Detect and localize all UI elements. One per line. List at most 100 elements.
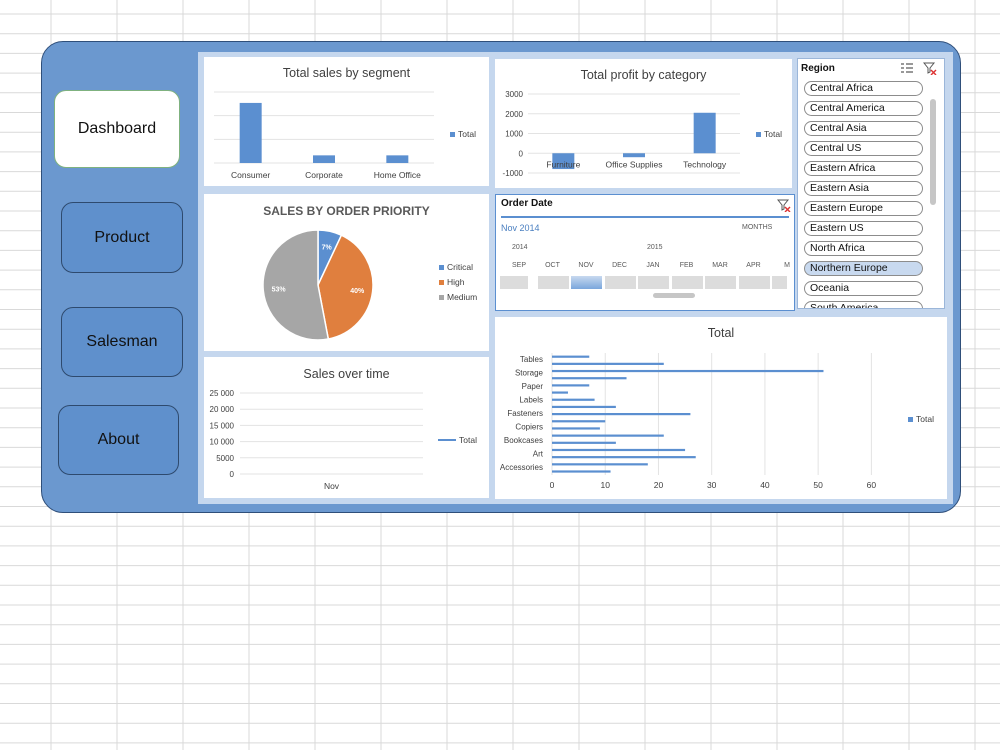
y-tick-label: 25 000 [210,389,235,398]
x-tick-label: Nov [324,481,340,491]
x-tick-label: 30 [707,480,717,490]
timeline-month-label: SEP [511,262,526,269]
bar-office-supplies [623,153,645,158]
time-chart-legend: Total [438,435,477,445]
timeline-month-segment[interactable] [638,276,669,289]
region-slicer[interactable]: Region Central Africa Central America Cent… [797,58,945,309]
category-label: Tables [520,355,543,364]
legend-swatch [756,131,761,137]
slicer-item-central-us[interactable]: Central US [804,141,923,156]
subcat-legend-label: Total [916,414,934,424]
subcategory-bar [552,355,590,358]
category-label: Furniture [546,159,580,169]
nav-dashboard-label: Dashboard [77,120,157,137]
x-tick-label: 10 [600,480,610,490]
time-line-chart: 25 000 20 000 15 000 10 000 5000 0 Nov [210,389,423,491]
subcategory-bar [552,405,616,409]
slicer-item-central-america[interactable]: Central America [804,101,923,116]
timeline-month-label: DEC [612,262,627,269]
slicer-item-central-asia[interactable]: Central Asia [804,121,923,136]
segment-chart-panel[interactable]: Total sales by segment Consumer Corporate… [204,57,489,186]
subcategory-bar [552,456,696,459]
legend-swatch [908,416,913,422]
nav-salesman-label: Salesman [86,333,158,350]
timeline-scrollbar[interactable] [653,293,695,298]
timeline-month-segment[interactable] [671,276,703,289]
pie-data-label: 7% [322,244,333,251]
x-tick-label: 40 [760,480,770,490]
nav-product-label: Product [94,228,150,246]
timeline-month-segment[interactable] [604,276,636,289]
profit-chart: 3000 2000 1000 0 -1000 Furniture Office Suppli… [503,90,740,178]
legend-swatch [450,131,455,137]
legend-swatch [439,264,444,270]
multi-select-icon[interactable] [900,62,914,74]
timeline-month-segment[interactable] [772,276,787,289]
slicer-item-northern-europe[interactable]: Northern Europe [804,261,923,276]
legend-label: High [447,277,465,287]
segment-chart-legend: Total [450,129,476,139]
profit-chart-panel[interactable]: Total profit by category 3000 2000 1000 0 -1… [495,59,792,188]
subcat-chart-panel[interactable]: Total 0 10 20 30 40 50 60 Tables Storage Paper Lab… [495,317,947,499]
subcategory-bar [552,377,627,380]
category-label: Home Office [374,170,421,180]
timeline-month-label: APR [746,262,761,269]
x-tick-label: 60 [867,480,877,490]
nav-about-button[interactable]: About [58,405,179,475]
subcategory-bar [552,448,686,452]
legend-item-medium: Medium [439,292,477,302]
subcategory-bar [552,470,611,473]
legend-item-critical: Critical [439,262,477,272]
legend-swatch [439,294,444,300]
time-chart-panel[interactable]: Sales over time 25 000 20 000 15 000 10 000… [204,357,489,498]
y-tick-label: 3000 [505,90,523,99]
timeline-level-button[interactable]: MONTHS [742,224,772,231]
priority-chart-legend: Critical High Medium [439,262,477,302]
nav-salesman-button[interactable]: Salesman [61,307,183,377]
pie-data-label: 40% [350,288,365,295]
slicer-item-eastern-us[interactable]: Eastern US [804,221,923,236]
category-label: Labels [519,395,543,404]
timeline-month-segment[interactable] [571,276,602,289]
category-label: Consumer [231,170,270,180]
timeline-month-label: MAR [712,262,728,269]
slicer-item-eastern-europe[interactable]: Eastern Europe [804,201,923,216]
timeline-month-segment[interactable] [705,276,736,289]
subcategory-bar [552,413,691,416]
timeline-month-label: JAN [646,262,660,269]
timeline-month-label: M [784,262,790,269]
category-label: Art [533,450,544,459]
timeline-month-segment[interactable] [500,276,528,289]
category-label: Storage [515,368,544,377]
subcategory-bar [552,463,648,466]
timeline-month-segment[interactable] [738,276,770,289]
slicer-item-south-america[interactable]: South America [804,301,923,308]
bar-technology [693,112,716,154]
order-date-timeline[interactable]: Order Date Nov 2014 MONTHS 2014 2015 SEP… [495,194,795,311]
slicer-item-north-africa[interactable]: North Africa [804,241,923,256]
timeline-year-2015: 2015 [647,244,663,251]
priority-chart-panel[interactable]: SALES BY ORDER PRIORITY 7% 40% 53% Critica… [204,194,489,351]
slicer-item-eastern-africa[interactable]: Eastern Africa [804,161,923,176]
subcategory-bar [552,434,664,437]
pie-data-label: 53% [272,287,287,294]
timeline-divider [501,216,789,218]
profit-chart-legend: Total [756,129,782,139]
slicer-item-eastern-asia[interactable]: Eastern Asia [804,181,923,196]
region-slicer-scrollbar[interactable] [930,99,936,205]
timeline-month-segment[interactable] [537,276,569,289]
segment-chart: Consumer Corporate Home Office [214,91,434,180]
clear-filter-icon[interactable] [777,199,791,212]
x-tick-label: 50 [813,480,823,490]
nav-about-label: About [97,431,140,448]
timeline-month-label: FEB [679,262,694,269]
legend-swatch [439,279,444,285]
profit-legend-label: Total [764,129,782,139]
slicer-item-oceania[interactable]: Oceania [804,281,923,296]
nav-dashboard-button[interactable]: Dashboard [54,90,180,168]
subcat-chart-legend: Total [908,414,934,424]
nav-product-button[interactable]: Product [61,202,183,273]
legend-item-high: High [439,277,477,287]
slicer-item-central-africa[interactable]: Central Africa [804,81,923,96]
clear-filter-icon[interactable] [923,62,937,75]
